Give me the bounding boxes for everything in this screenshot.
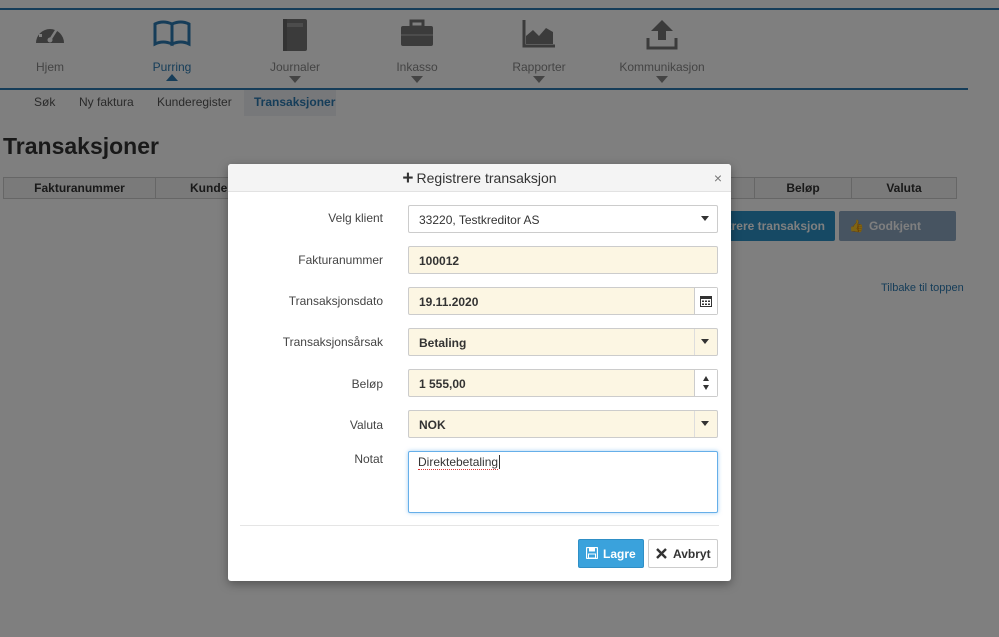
amount-stepper[interactable] bbox=[694, 370, 717, 396]
save-button[interactable]: Lagre bbox=[578, 539, 644, 568]
transaction-reason-label: Transaksjonsårsak bbox=[282, 335, 383, 349]
transaction-reason-select[interactable]: Betaling bbox=[408, 328, 718, 356]
plus-icon: + bbox=[402, 168, 414, 189]
client-select[interactable]: 33220, Testkreditor AS bbox=[408, 205, 718, 233]
chevron-down-icon bbox=[701, 216, 709, 221]
note-textarea[interactable]: Direktebetaling bbox=[408, 451, 718, 513]
caret-up-icon[interactable] bbox=[703, 376, 709, 381]
note-value: Direktebetaling bbox=[418, 455, 499, 470]
calendar-button[interactable] bbox=[694, 288, 717, 314]
transaction-date-input[interactable]: 19.11.2020 bbox=[408, 287, 718, 315]
client-value: 33220, Testkreditor AS bbox=[419, 213, 540, 227]
cancel-button-label: Avbryt bbox=[673, 547, 711, 561]
chevron-down-icon bbox=[701, 339, 709, 344]
close-icon[interactable]: × bbox=[714, 170, 722, 186]
invoice-number-label: Fakturanummer bbox=[298, 253, 383, 267]
dialog-divider bbox=[240, 525, 719, 526]
currency-label: Valuta bbox=[349, 418, 383, 432]
dialog-header: + Registrere transaksjon × bbox=[228, 164, 731, 192]
amount-input[interactable]: 1 555,00 bbox=[408, 369, 718, 397]
note-label: Notat bbox=[354, 452, 383, 466]
cancel-button[interactable]: Avbryt bbox=[648, 539, 718, 568]
invoice-number-value: 100012 bbox=[419, 254, 460, 268]
currency-select[interactable]: NOK bbox=[408, 410, 718, 438]
dialog-title: + Registrere transaksjon bbox=[228, 168, 731, 189]
caret-down-icon[interactable] bbox=[703, 385, 709, 390]
transaction-date-value: 19.11.2020 bbox=[419, 295, 479, 309]
register-transaction-dialog: + Registrere transaksjon × Velg klient 33… bbox=[228, 164, 731, 581]
close-icon bbox=[656, 548, 667, 559]
select-divider bbox=[694, 329, 695, 355]
transaction-date-label: Transaksjonsdato bbox=[288, 294, 383, 308]
invoice-number-input[interactable]: 100012 bbox=[408, 246, 718, 274]
save-button-label: Lagre bbox=[603, 547, 636, 561]
calendar-icon bbox=[700, 296, 712, 307]
select-divider bbox=[694, 411, 695, 437]
floppy-disk-icon bbox=[586, 547, 598, 559]
client-label: Velg klient bbox=[328, 211, 383, 225]
amount-label: Beløp bbox=[351, 377, 383, 391]
transaction-reason-value: Betaling bbox=[419, 336, 467, 350]
currency-value: NOK bbox=[419, 418, 446, 432]
text-cursor bbox=[499, 455, 500, 469]
chevron-down-icon bbox=[701, 421, 709, 426]
dialog-title-text: Registrere transaksjon bbox=[416, 170, 557, 186]
amount-value: 1 555,00 bbox=[419, 377, 466, 391]
